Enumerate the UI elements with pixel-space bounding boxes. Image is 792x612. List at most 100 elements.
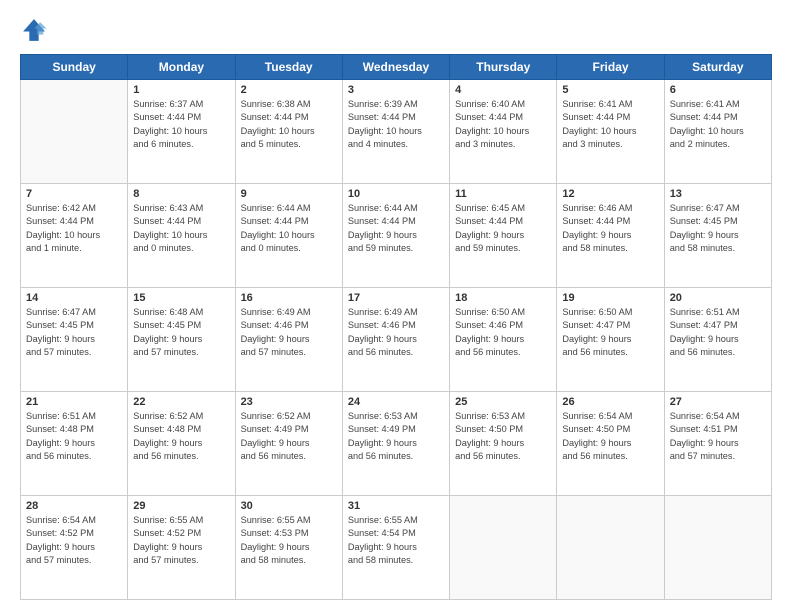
- calendar-cell: 6 Sunrise: 6:41 AMSunset: 4:44 PMDaylight…: [664, 80, 771, 184]
- day-info: Sunrise: 6:37 AMSunset: 4:44 PMDaylight:…: [133, 98, 229, 151]
- day-number: 7: [26, 188, 122, 200]
- day-info: Sunrise: 6:39 AMSunset: 4:44 PMDaylight:…: [348, 98, 444, 151]
- day-number: 28: [26, 500, 122, 512]
- day-number: 8: [133, 188, 229, 200]
- day-info: Sunrise: 6:47 AMSunset: 4:45 PMDaylight:…: [670, 202, 766, 255]
- calendar-cell: 4 Sunrise: 6:40 AMSunset: 4:44 PMDaylight…: [450, 80, 557, 184]
- calendar-cell: 7 Sunrise: 6:42 AMSunset: 4:44 PMDaylight…: [21, 184, 128, 288]
- calendar-cell: 5Sunrise: 6:41 AMSunset: 4:44 PMDaylight…: [557, 80, 664, 184]
- day-info: Sunrise: 6:55 AMSunset: 4:54 PMDaylight:…: [348, 514, 444, 567]
- day-info: Sunrise: 6:49 AMSunset: 4:46 PMDaylight:…: [348, 306, 444, 359]
- calendar-cell: 28 Sunrise: 6:54 AMSunset: 4:52 PMDayligh…: [21, 496, 128, 600]
- day-number: 31: [348, 500, 444, 512]
- day-number: 15: [133, 292, 229, 304]
- day-info: Sunrise: 6:53 AMSunset: 4:49 PMDaylight:…: [348, 410, 444, 463]
- calendar-cell: 23Sunrise: 6:52 AMSunset: 4:49 PMDayligh…: [235, 392, 342, 496]
- calendar-cell: 31 Sunrise: 6:55 AMSunset: 4:54 PMDayligh…: [342, 496, 449, 600]
- calendar-cell: 18 Sunrise: 6:50 AMSunset: 4:46 PMDayligh…: [450, 288, 557, 392]
- day-number: 10: [348, 188, 444, 200]
- day-number: 11: [455, 188, 551, 200]
- calendar-cell: 27 Sunrise: 6:54 AMSunset: 4:51 PMDayligh…: [664, 392, 771, 496]
- calendar-cell: 3Sunrise: 6:39 AMSunset: 4:44 PMDaylight…: [342, 80, 449, 184]
- day-header-monday: Monday: [128, 55, 235, 80]
- day-number: 21: [26, 396, 122, 408]
- calendar-cell: 12 Sunrise: 6:46 AMSunset: 4:44 PMDayligh…: [557, 184, 664, 288]
- day-number: 4: [455, 84, 551, 96]
- calendar-cell: 25 Sunrise: 6:53 AMSunset: 4:50 PMDayligh…: [450, 392, 557, 496]
- calendar-cell: 22 Sunrise: 6:52 AMSunset: 4:48 PMDayligh…: [128, 392, 235, 496]
- calendar-cell: 10 Sunrise: 6:44 AMSunset: 4:44 PMDayligh…: [342, 184, 449, 288]
- day-info: Sunrise: 6:41 AMSunset: 4:44 PMDaylight:…: [670, 98, 766, 151]
- day-number: 22: [133, 396, 229, 408]
- page: SundayMondayTuesdayWednesdayThursdayFrid…: [0, 0, 792, 612]
- day-header-tuesday: Tuesday: [235, 55, 342, 80]
- day-number: 26: [562, 396, 658, 408]
- day-header-saturday: Saturday: [664, 55, 771, 80]
- day-info: Sunrise: 6:40 AMSunset: 4:44 PMDaylight:…: [455, 98, 551, 151]
- calendar-cell: [664, 496, 771, 600]
- day-number: 24: [348, 396, 444, 408]
- day-number: 13: [670, 188, 766, 200]
- week-row-4: 21 Sunrise: 6:51 AMSunset: 4:48 PMDayligh…: [21, 392, 772, 496]
- day-number: 1: [133, 84, 229, 96]
- day-number: 18: [455, 292, 551, 304]
- calendar-cell: 19 Sunrise: 6:50 AMSunset: 4:47 PMDayligh…: [557, 288, 664, 392]
- day-number: 17: [348, 292, 444, 304]
- day-info: Sunrise: 6:50 AMSunset: 4:47 PMDaylight:…: [562, 306, 658, 359]
- week-row-5: 28 Sunrise: 6:54 AMSunset: 4:52 PMDayligh…: [21, 496, 772, 600]
- day-number: 12: [562, 188, 658, 200]
- day-header-sunday: Sunday: [21, 55, 128, 80]
- day-info: Sunrise: 6:54 AMSunset: 4:51 PMDaylight:…: [670, 410, 766, 463]
- day-info: Sunrise: 6:42 AMSunset: 4:44 PMDaylight:…: [26, 202, 122, 255]
- day-number: 20: [670, 292, 766, 304]
- calendar-cell: 15 Sunrise: 6:48 AMSunset: 4:45 PMDayligh…: [128, 288, 235, 392]
- day-number: 14: [26, 292, 122, 304]
- day-info: Sunrise: 6:55 AMSunset: 4:52 PMDaylight:…: [133, 514, 229, 567]
- calendar-cell: 2 Sunrise: 6:38 AMSunset: 4:44 PMDaylight…: [235, 80, 342, 184]
- day-info: Sunrise: 6:55 AMSunset: 4:53 PMDaylight:…: [241, 514, 337, 567]
- day-info: Sunrise: 6:53 AMSunset: 4:50 PMDaylight:…: [455, 410, 551, 463]
- calendar-cell: 13 Sunrise: 6:47 AMSunset: 4:45 PMDayligh…: [664, 184, 771, 288]
- week-row-3: 14Sunrise: 6:47 AMSunset: 4:45 PMDayligh…: [21, 288, 772, 392]
- header-row: SundayMondayTuesdayWednesdayThursdayFrid…: [21, 55, 772, 80]
- day-info: Sunrise: 6:52 AMSunset: 4:49 PMDaylight:…: [241, 410, 337, 463]
- day-info: Sunrise: 6:51 AMSunset: 4:48 PMDaylight:…: [26, 410, 122, 463]
- day-info: Sunrise: 6:43 AMSunset: 4:44 PMDaylight:…: [133, 202, 229, 255]
- day-info: Sunrise: 6:52 AMSunset: 4:48 PMDaylight:…: [133, 410, 229, 463]
- week-row-2: 7 Sunrise: 6:42 AMSunset: 4:44 PMDaylight…: [21, 184, 772, 288]
- day-number: 16: [241, 292, 337, 304]
- day-info: Sunrise: 6:50 AMSunset: 4:46 PMDaylight:…: [455, 306, 551, 359]
- day-number: 27: [670, 396, 766, 408]
- day-info: Sunrise: 6:45 AMSunset: 4:44 PMDaylight:…: [455, 202, 551, 255]
- day-info: Sunrise: 6:54 AMSunset: 4:50 PMDaylight:…: [562, 410, 658, 463]
- day-info: Sunrise: 6:48 AMSunset: 4:45 PMDaylight:…: [133, 306, 229, 359]
- calendar-cell: 20Sunrise: 6:51 AMSunset: 4:47 PMDayligh…: [664, 288, 771, 392]
- day-number: 19: [562, 292, 658, 304]
- day-info: Sunrise: 6:44 AMSunset: 4:44 PMDaylight:…: [348, 202, 444, 255]
- day-info: Sunrise: 6:46 AMSunset: 4:44 PMDaylight:…: [562, 202, 658, 255]
- day-number: 6: [670, 84, 766, 96]
- day-info: Sunrise: 6:41 AMSunset: 4:44 PMDaylight:…: [562, 98, 658, 151]
- calendar-cell: 17 Sunrise: 6:49 AMSunset: 4:46 PMDayligh…: [342, 288, 449, 392]
- calendar-cell: [557, 496, 664, 600]
- calendar-cell: 29 Sunrise: 6:55 AMSunset: 4:52 PMDayligh…: [128, 496, 235, 600]
- day-info: Sunrise: 6:49 AMSunset: 4:46 PMDaylight:…: [241, 306, 337, 359]
- calendar-cell: 14Sunrise: 6:47 AMSunset: 4:45 PMDayligh…: [21, 288, 128, 392]
- day-number: 25: [455, 396, 551, 408]
- day-info: Sunrise: 6:54 AMSunset: 4:52 PMDaylight:…: [26, 514, 122, 567]
- calendar-cell: 30 Sunrise: 6:55 AMSunset: 4:53 PMDayligh…: [235, 496, 342, 600]
- day-number: 30: [241, 500, 337, 512]
- day-number: 2: [241, 84, 337, 96]
- day-info: Sunrise: 6:44 AMSunset: 4:44 PMDaylight:…: [241, 202, 337, 255]
- day-number: 9: [241, 188, 337, 200]
- calendar-table: SundayMondayTuesdayWednesdayThursdayFrid…: [20, 54, 772, 600]
- calendar-cell: 16 Sunrise: 6:49 AMSunset: 4:46 PMDayligh…: [235, 288, 342, 392]
- day-header-thursday: Thursday: [450, 55, 557, 80]
- day-info: Sunrise: 6:38 AMSunset: 4:44 PMDaylight:…: [241, 98, 337, 151]
- week-row-1: 1 Sunrise: 6:37 AMSunset: 4:44 PMDaylight…: [21, 80, 772, 184]
- header: [20, 16, 772, 44]
- day-number: 29: [133, 500, 229, 512]
- day-header-friday: Friday: [557, 55, 664, 80]
- day-header-wednesday: Wednesday: [342, 55, 449, 80]
- calendar-cell: 1 Sunrise: 6:37 AMSunset: 4:44 PMDaylight…: [128, 80, 235, 184]
